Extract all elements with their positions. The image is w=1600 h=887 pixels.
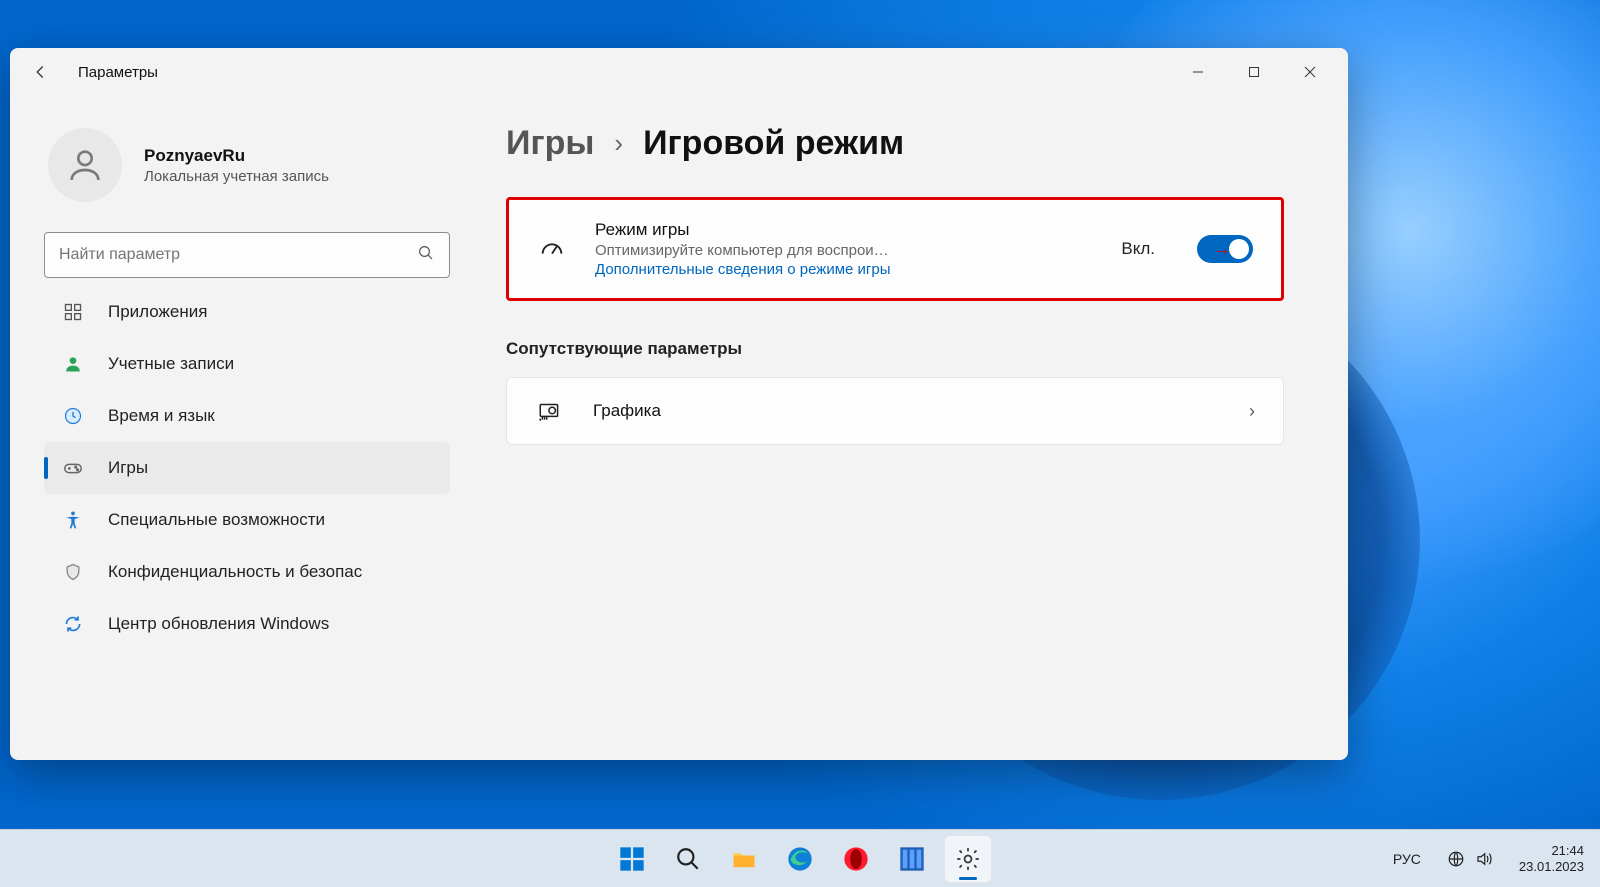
- sidebar-item-apps[interactable]: Приложения: [44, 294, 450, 338]
- apps-icon: [60, 299, 86, 325]
- opera-button[interactable]: [832, 835, 880, 883]
- taskbar-center: [608, 835, 992, 883]
- profile-name: PoznyaevRu: [144, 146, 329, 166]
- sidebar-item-label: Игры: [108, 458, 148, 478]
- window-controls: [1170, 52, 1338, 92]
- sidebar-item-gaming[interactable]: Игры: [44, 442, 450, 494]
- network-icon: [1447, 850, 1465, 868]
- sidebar-item-update[interactable]: Центр обновления Windows: [44, 598, 450, 650]
- explorer-button[interactable]: [720, 835, 768, 883]
- search-icon: [417, 244, 435, 267]
- sidebar-item-label: Учетные записи: [108, 354, 234, 374]
- back-button[interactable]: [20, 52, 60, 92]
- sidebar-item-time-language[interactable]: Время и язык: [44, 390, 450, 442]
- app-title: Параметры: [78, 64, 158, 81]
- chevron-right-icon: ›: [614, 128, 623, 159]
- card-subtitle: Оптимизируйте компьютер для воспрои…: [595, 242, 975, 259]
- gamepad-icon: [60, 455, 86, 481]
- clock-icon: [60, 403, 86, 429]
- accessibility-icon: [60, 507, 86, 533]
- gpu-icon: [535, 398, 565, 424]
- avatar: [48, 128, 122, 202]
- sidebar-item-label: Время и язык: [108, 406, 215, 426]
- game-mode-toggle[interactable]: →: [1197, 235, 1253, 263]
- chevron-right-icon: ›: [1249, 401, 1255, 422]
- sidebar-item-accessibility[interactable]: Специальные возможности: [44, 494, 450, 546]
- nav-list: Приложения Учетные записи Время и язык И…: [44, 294, 450, 650]
- sidebar-item-label: Специальные возможности: [108, 510, 325, 530]
- main-content: Игры › Игровой режим Режим игры Оптимизи…: [470, 96, 1348, 760]
- breadcrumb-current: Игровой режим: [643, 124, 904, 163]
- language-indicator[interactable]: РУС: [1393, 851, 1421, 867]
- sidebar: PoznyaevRu Локальная учетная запись Прил…: [10, 96, 470, 760]
- minimize-button[interactable]: [1170, 52, 1226, 92]
- date: 23.01.2023: [1519, 859, 1584, 875]
- search-button[interactable]: [664, 835, 712, 883]
- search-input[interactable]: [59, 246, 417, 264]
- tray-icons[interactable]: [1437, 844, 1503, 874]
- user-icon: [60, 351, 86, 377]
- sidebar-item-label: Приложения: [108, 302, 207, 322]
- breadcrumb: Игры › Игровой режим: [506, 124, 1284, 163]
- sidebar-item-label: Центр обновления Windows: [108, 614, 329, 634]
- learn-more-link[interactable]: Дополнительные сведения о режиме игры: [595, 261, 955, 278]
- sidebar-item-privacy[interactable]: Конфиденциальность и безопас: [44, 546, 450, 598]
- profile-section[interactable]: PoznyaevRu Локальная учетная запись: [44, 120, 450, 232]
- card-title: Графика: [593, 401, 1221, 421]
- edge-button[interactable]: [776, 835, 824, 883]
- taskbar: РУС 21:44 23.01.2023: [0, 829, 1600, 887]
- shield-icon: [60, 559, 86, 585]
- close-button[interactable]: [1282, 52, 1338, 92]
- window-titlebar: Параметры: [10, 48, 1348, 96]
- profile-subtitle: Локальная учетная запись: [144, 168, 329, 185]
- maximize-button[interactable]: [1226, 52, 1282, 92]
- sidebar-item-label: Конфиденциальность и безопас: [108, 562, 362, 582]
- related-heading: Сопутствующие параметры: [506, 339, 1284, 359]
- graphics-card[interactable]: Графика ›: [506, 377, 1284, 445]
- time: 21:44: [1519, 843, 1584, 859]
- game-mode-card[interactable]: Режим игры Оптимизируйте компьютер для в…: [506, 197, 1284, 301]
- gauge-icon: [537, 235, 567, 263]
- settings-button[interactable]: [944, 835, 992, 883]
- card-title: Режим игры: [595, 220, 1093, 240]
- settings-window: Параметры PoznyaevRu Локальная учетная з…: [10, 48, 1348, 760]
- app-button[interactable]: [888, 835, 936, 883]
- sidebar-item-accounts[interactable]: Учетные записи: [44, 338, 450, 390]
- start-button[interactable]: [608, 835, 656, 883]
- breadcrumb-parent[interactable]: Игры: [506, 124, 594, 163]
- volume-icon: [1475, 850, 1493, 868]
- update-icon: [60, 611, 86, 637]
- clock[interactable]: 21:44 23.01.2023: [1519, 843, 1584, 874]
- system-tray: РУС 21:44 23.01.2023: [1393, 843, 1600, 874]
- toggle-state-label: Вкл.: [1121, 239, 1155, 259]
- search-box[interactable]: [44, 232, 450, 278]
